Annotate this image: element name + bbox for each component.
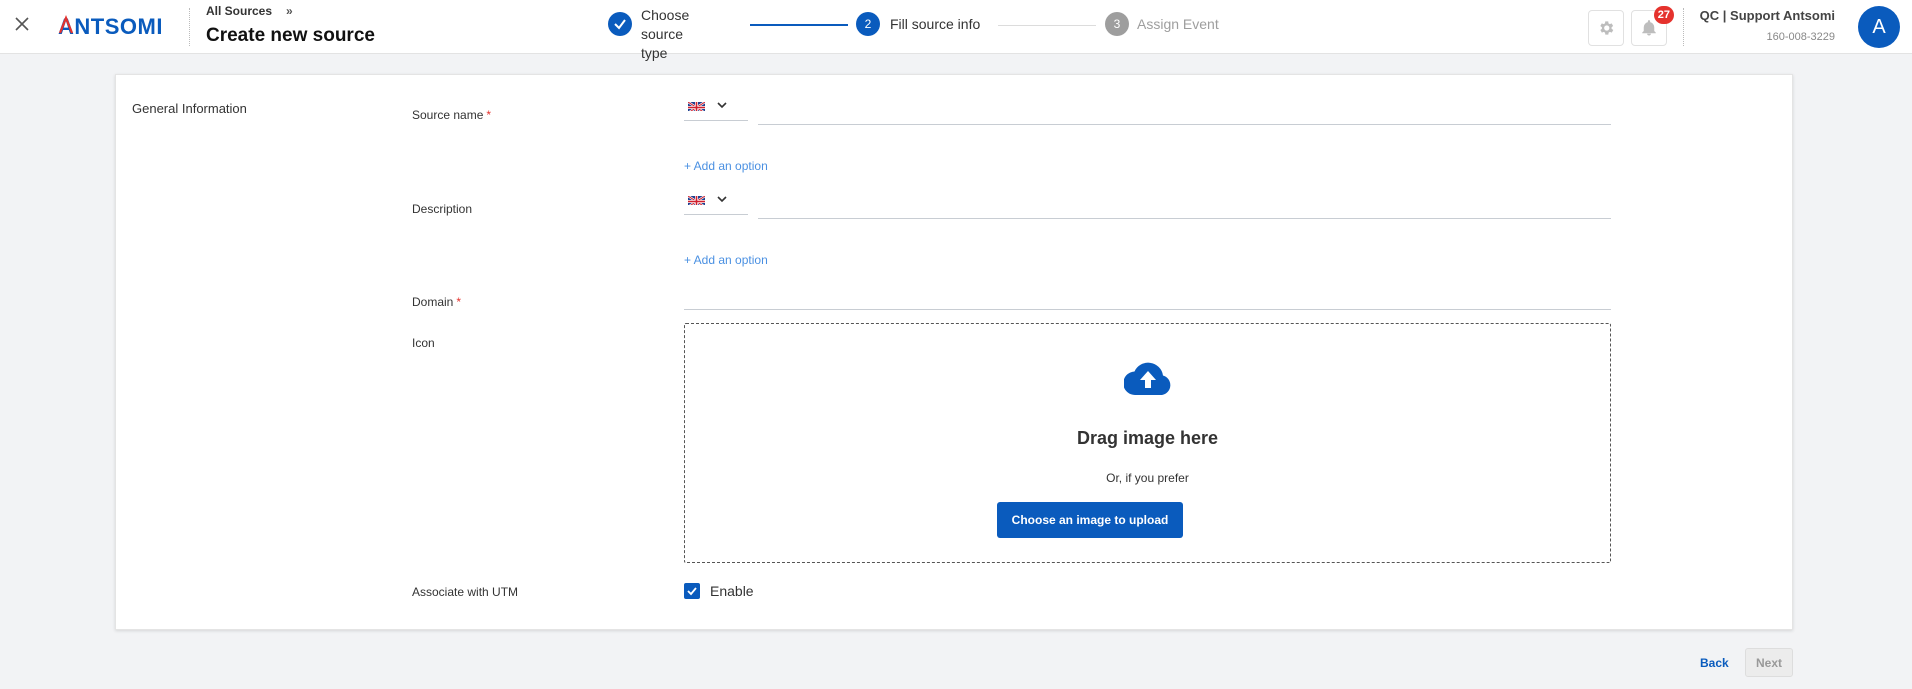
- check-icon: [687, 587, 697, 596]
- source-name-label-text: Source name: [412, 108, 484, 122]
- required-mark: *: [456, 295, 462, 309]
- icon-dropzone[interactable]: Drag image here Or, if you prefer Choose…: [684, 323, 1611, 563]
- avatar[interactable]: A: [1858, 6, 1900, 48]
- or-text: Or, if you prefer: [1106, 471, 1189, 485]
- utm-enable-label[interactable]: Enable: [710, 583, 754, 599]
- source-name-input[interactable]: [758, 95, 1611, 125]
- general-information-card: General Information Source name * + Add a…: [115, 74, 1793, 630]
- domain-label: Domain *: [412, 295, 461, 309]
- step-1-label-line2: type: [641, 45, 668, 61]
- section-title: General Information: [132, 101, 247, 116]
- close-icon: [15, 17, 29, 31]
- user-name: QC | Support Antsomi: [1699, 8, 1835, 23]
- user-phone: 160-008-3229: [1766, 31, 1835, 43]
- utm-label: Associate with UTM: [412, 585, 519, 599]
- flag-uk-icon: [688, 194, 705, 205]
- svg-text:ANTSOMI: ANTSOMI: [58, 14, 163, 38]
- step-1-label: Choose source type: [641, 6, 689, 63]
- gear-icon: [1600, 21, 1614, 35]
- description-label: Description: [412, 202, 473, 216]
- header-divider: [189, 8, 190, 46]
- source-name-add-option[interactable]: + Add an option: [684, 159, 768, 173]
- chevron-down-icon: [717, 102, 727, 109]
- cloud-upload-icon: [1124, 362, 1171, 396]
- header-divider-right: [1683, 8, 1684, 46]
- next-button[interactable]: Next: [1745, 648, 1793, 677]
- notifications-button[interactable]: 27: [1631, 6, 1674, 46]
- bell-icon: [1642, 20, 1656, 36]
- step-2-circle: 2: [856, 12, 880, 36]
- antsomi-logo[interactable]: ANTSOMI: [58, 12, 176, 40]
- step-connector-1: [750, 24, 848, 26]
- top-header: ANTSOMI All Sources » Create new source C…: [0, 0, 1912, 61]
- step-3-label: Assign Event: [1137, 16, 1219, 32]
- utm-enable-checkbox[interactable]: [684, 583, 700, 599]
- source-name-language-select[interactable]: [684, 91, 748, 121]
- flag-uk-icon: [688, 100, 705, 111]
- step-connector-2: [998, 25, 1096, 26]
- step-3-circle: 3: [1105, 12, 1129, 36]
- description-add-option[interactable]: + Add an option: [684, 253, 768, 267]
- step-2-label: Fill source info: [890, 16, 981, 32]
- step-1-label-line1: Choose source: [641, 7, 690, 42]
- description-language-select[interactable]: [684, 185, 748, 215]
- step-1-check: [608, 12, 632, 36]
- close-button[interactable]: [10, 12, 34, 36]
- back-button[interactable]: Back: [1700, 656, 1729, 670]
- breadcrumb-all-sources[interactable]: All Sources: [206, 4, 272, 18]
- domain-input[interactable]: [684, 282, 1611, 310]
- required-mark: *: [486, 108, 492, 122]
- breadcrumb-separator: »: [286, 4, 293, 18]
- choose-image-button[interactable]: Choose an image to upload: [997, 502, 1183, 538]
- description-input[interactable]: [758, 189, 1611, 219]
- drag-image-title: Drag image here: [1076, 428, 1219, 448]
- page-title: Create new source: [206, 25, 375, 46]
- settings-button[interactable]: [1588, 10, 1624, 46]
- icon-label: Icon: [412, 336, 435, 350]
- notification-badge: 27: [1653, 6, 1674, 24]
- source-name-label: Source name *: [412, 108, 491, 122]
- check-icon: [614, 19, 626, 30]
- domain-label-text: Domain: [412, 295, 454, 309]
- chevron-down-icon: [717, 196, 727, 203]
- breadcrumb[interactable]: All Sources »: [206, 4, 293, 18]
